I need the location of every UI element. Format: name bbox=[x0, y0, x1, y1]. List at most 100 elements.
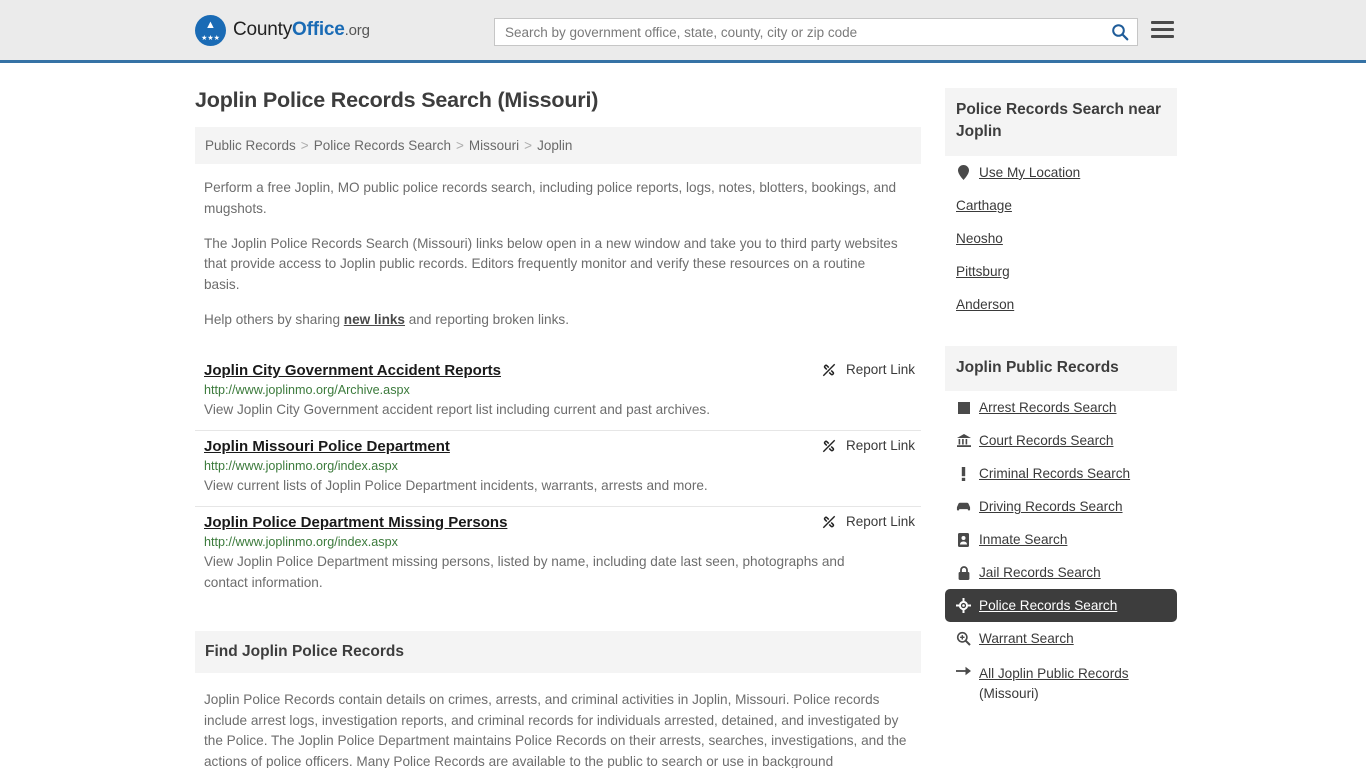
site-header: ▲ ★★★ CountyOffice.org bbox=[0, 0, 1366, 63]
find-records-body: Joplin Police Records contain details on… bbox=[204, 692, 907, 768]
logo-text-part3: .org bbox=[344, 22, 370, 39]
car-icon bbox=[956, 501, 971, 512]
nearby-panel-heading: Police Records Search near Joplin bbox=[945, 88, 1177, 156]
hamburger-menu-icon[interactable] bbox=[1151, 21, 1174, 38]
sidebar-item-sublabel: (Missouri) bbox=[979, 686, 1039, 702]
sidebar-item-carthage[interactable]: Carthage bbox=[945, 189, 1177, 222]
sidebar-item-arrest-records-search[interactable]: Arrest Records Search bbox=[945, 391, 1177, 424]
breadcrumb-separator: > bbox=[524, 138, 533, 153]
sidebar-item-label[interactable]: Jail Records Search bbox=[979, 565, 1101, 580]
new-links-link[interactable]: new links bbox=[344, 312, 405, 327]
sidebar-item-court-records-search[interactable]: Court Records Search bbox=[945, 424, 1177, 457]
breadcrumb-item-joplin: Joplin bbox=[537, 138, 573, 153]
results-list: Joplin City Government Accident Reports … bbox=[195, 355, 921, 603]
breadcrumb-item-missouri[interactable]: Missouri bbox=[469, 138, 519, 153]
sidebar-item-label[interactable]: Pittsburg bbox=[956, 264, 1010, 279]
result-url: http://www.joplinmo.org/index.aspx bbox=[204, 534, 398, 549]
page-body: Joplin Police Records Search (Missouri) … bbox=[0, 63, 1366, 768]
intro-paragraph-2: The Joplin Police Records Search (Missou… bbox=[204, 235, 898, 293]
map-pin-icon bbox=[956, 164, 971, 180]
sidebar-item-label[interactable]: All Joplin Public Records bbox=[979, 666, 1129, 681]
site-logo[interactable]: ▲ ★★★ CountyOffice.org bbox=[195, 14, 370, 46]
sidebar-item-label[interactable]: Anderson bbox=[956, 297, 1014, 312]
sidebar-item-label[interactable]: Driving Records Search bbox=[979, 499, 1123, 514]
result-description: View Joplin City Government accident rep… bbox=[204, 401, 710, 417]
logo-text-part2: Office bbox=[292, 19, 345, 40]
public-records-panel-heading: Joplin Public Records bbox=[945, 345, 1177, 392]
search-bar[interactable] bbox=[494, 18, 1138, 46]
id-card-icon bbox=[956, 532, 971, 547]
share-text-prefix: Help others by sharing bbox=[204, 311, 344, 327]
sidebar: Police Records Search near Joplin Use My… bbox=[945, 63, 1177, 768]
nearby-list: Use My Location Carthage Neosho Pittsbur… bbox=[945, 156, 1177, 321]
sidebar-item-all-public-records[interactable]: All Joplin Public Records (Missouri) bbox=[945, 655, 1177, 712]
sidebar-item-label[interactable]: Warrant Search bbox=[979, 631, 1074, 646]
sidebar-item-pittsburg[interactable]: Pittsburg bbox=[945, 255, 1177, 288]
report-link-label: Report Link bbox=[845, 438, 915, 454]
broken-link-icon bbox=[822, 515, 836, 529]
courthouse-icon bbox=[956, 434, 971, 448]
breadcrumb-separator: > bbox=[300, 138, 309, 153]
nearby-panel: Police Records Search near Joplin Use My… bbox=[945, 88, 1177, 321]
breadcrumb-item-public-records[interactable]: Public Records bbox=[205, 138, 296, 153]
public-records-list: Arrest Records Search Court Records Sear… bbox=[945, 391, 1177, 712]
share-text-suffix: and reporting broken links. bbox=[405, 311, 569, 327]
result-url: http://www.joplinmo.org/Archive.aspx bbox=[204, 382, 410, 397]
public-records-panel: Joplin Public Records Arrest Records Sea… bbox=[945, 345, 1177, 713]
sidebar-item-label[interactable]: Court Records Search bbox=[979, 433, 1113, 448]
intro-paragraph-1: Perform a free Joplin, MO public police … bbox=[204, 180, 897, 216]
crosshair-icon bbox=[956, 598, 971, 614]
find-records-header: Find Joplin Police Records bbox=[195, 631, 921, 674]
exclamation-icon bbox=[956, 466, 971, 481]
search-input[interactable] bbox=[495, 19, 1103, 45]
sidebar-item-driving-records-search[interactable]: Driving Records Search bbox=[945, 490, 1177, 523]
sidebar-item-label[interactable]: Criminal Records Search bbox=[979, 466, 1130, 481]
sidebar-item-criminal-records-search[interactable]: Criminal Records Search bbox=[945, 457, 1177, 490]
sidebar-item-label[interactable]: Arrest Records Search bbox=[979, 400, 1117, 415]
breadcrumb-item-police-records-search[interactable]: Police Records Search bbox=[314, 138, 451, 153]
search-icon bbox=[1112, 24, 1129, 41]
square-icon bbox=[956, 401, 971, 414]
result-title[interactable]: Joplin Police Department Missing Persons bbox=[204, 514, 507, 531]
broken-link-icon bbox=[822, 363, 836, 376]
result-description: View current lists of Joplin Police Depa… bbox=[204, 477, 708, 493]
eagle-seal-icon: ▲ ★★★ bbox=[195, 14, 226, 46]
sidebar-item-warrant-search[interactable]: Warrant Search bbox=[945, 622, 1177, 655]
page-title: Joplin Police Records Search (Missouri) bbox=[195, 88, 599, 112]
report-link-button[interactable]: Report Link bbox=[821, 438, 915, 454]
sidebar-item-label[interactable]: Carthage bbox=[956, 198, 1012, 213]
search-button[interactable] bbox=[1103, 19, 1137, 45]
result-item: Joplin Police Department Missing Persons… bbox=[195, 507, 921, 603]
sidebar-item-neosho[interactable]: Neosho bbox=[945, 222, 1177, 255]
result-item: Joplin Missouri Police Department http:/… bbox=[195, 431, 921, 507]
sidebar-item-jail-records-search[interactable]: Jail Records Search bbox=[945, 556, 1177, 589]
find-records-heading: Find Joplin Police Records bbox=[205, 643, 404, 661]
sidebar-item-police-records-search[interactable]: Police Records Search bbox=[945, 589, 1177, 623]
padlock-icon bbox=[956, 566, 971, 580]
sidebar-item-label[interactable]: Police Records Search bbox=[979, 598, 1117, 613]
report-link-button[interactable]: Report Link bbox=[821, 514, 915, 530]
report-link-label: Report Link bbox=[845, 514, 915, 530]
sidebar-item-use-my-location[interactable]: Use My Location bbox=[945, 156, 1177, 189]
sidebar-item-label[interactable]: Inmate Search bbox=[979, 532, 1067, 547]
broken-link-icon bbox=[822, 439, 836, 453]
main-column: Joplin Police Records Search (Missouri) … bbox=[195, 63, 921, 768]
report-link-label: Report Link bbox=[845, 362, 915, 378]
magnifier-plus-icon bbox=[956, 631, 971, 647]
breadcrumb-separator: > bbox=[456, 138, 464, 153]
result-item: Joplin City Government Accident Reports … bbox=[195, 355, 921, 431]
sidebar-item-anderson[interactable]: Anderson bbox=[945, 288, 1177, 321]
report-link-button[interactable]: Report Link bbox=[821, 362, 915, 378]
sidebar-item-label[interactable]: Neosho bbox=[956, 231, 1003, 246]
sidebar-item-label[interactable]: Use My Location bbox=[979, 165, 1080, 180]
result-description: View Joplin Police Department missing pe… bbox=[204, 553, 845, 590]
breadcrumb: Public Records > Police Records Search > Mis… bbox=[195, 127, 921, 164]
result-title[interactable]: Joplin City Government Accident Reports bbox=[204, 362, 501, 379]
intro-paragraph-3: Help others by sharing new links and rep… bbox=[204, 310, 904, 331]
result-url: http://www.joplinmo.org/index.aspx bbox=[204, 458, 398, 473]
sidebar-item-inmate-search[interactable]: Inmate Search bbox=[945, 523, 1177, 556]
arrow-right-icon bbox=[956, 665, 971, 677]
result-title[interactable]: Joplin Missouri Police Department bbox=[204, 438, 450, 455]
logo-text-part1: County bbox=[233, 19, 293, 40]
logo-text: CountyOffice.org bbox=[233, 19, 370, 41]
